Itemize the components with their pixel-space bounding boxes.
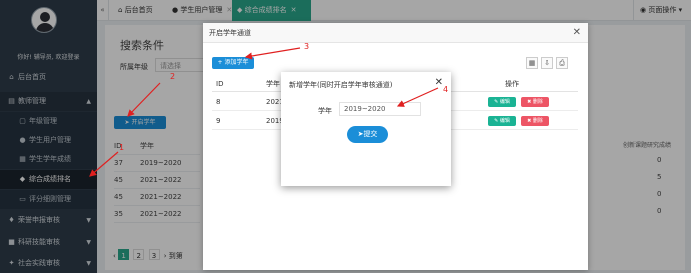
trash-icon: ✖ xyxy=(527,118,532,124)
trash-icon: ✖ xyxy=(527,99,532,105)
delete-button[interactable]: ✖ 删除 xyxy=(521,116,549,126)
add-year-dialog: 新增学年(同时开启学年审核通道) ✕ 学年 2019~2020 ➤提交 xyxy=(281,72,451,186)
pencil-icon: ✎ xyxy=(494,99,499,105)
edit-button[interactable]: ✎ 编辑 xyxy=(488,116,516,126)
year-label: 学年 xyxy=(318,107,332,115)
print-icon[interactable]: ⎙ xyxy=(556,57,568,69)
annotation-1: 1 xyxy=(119,143,125,152)
annotation-4: 4 xyxy=(443,85,449,94)
close-icon[interactable]: ✕ xyxy=(435,77,443,88)
delete-button[interactable]: ✖ 删除 xyxy=(521,97,549,107)
export-icon[interactable]: ⇩ xyxy=(541,57,553,69)
submit-button[interactable]: ➤提交 xyxy=(347,126,388,143)
annotation-2: 2 xyxy=(170,72,176,81)
close-icon[interactable]: ✕ xyxy=(573,27,581,38)
grid-view-icon[interactable]: ▦ xyxy=(526,57,538,69)
edit-button[interactable]: ✎ 编辑 xyxy=(488,97,516,107)
year-input[interactable]: 2019~2020 xyxy=(339,102,421,116)
plus-icon: + xyxy=(217,59,223,66)
dialog-title: 新增学年(同时开启学年审核通道) xyxy=(289,81,393,89)
dialog-title: 开启学年通道 xyxy=(203,23,588,43)
pencil-icon: ✎ xyxy=(494,118,499,124)
add-year-button[interactable]: + 添加学年 xyxy=(212,57,254,69)
annotation-3: 3 xyxy=(304,42,310,51)
